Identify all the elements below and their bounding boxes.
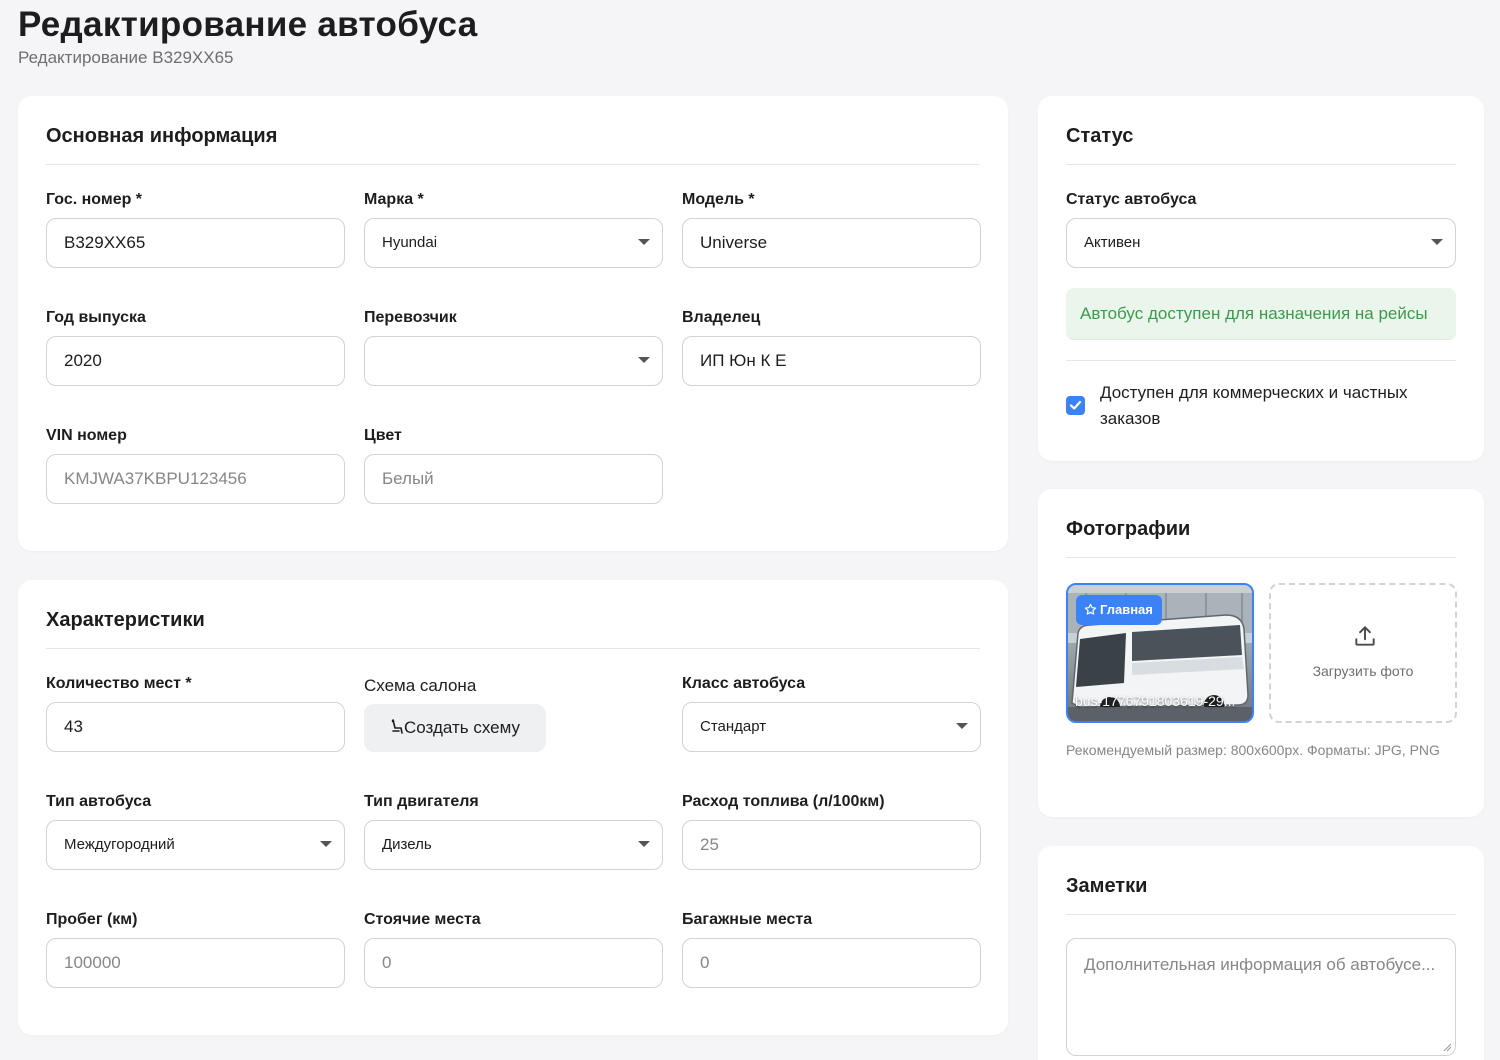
- seats-field: Количество мест * 43: [46, 674, 345, 752]
- upload-icon: [1355, 626, 1375, 646]
- color-field: Цвет Белый: [364, 426, 663, 504]
- engine-value: Дизель: [382, 836, 432, 853]
- mileage-field: Пробег (км) 100000: [46, 910, 345, 988]
- bus-type-value: Междугородний: [64, 836, 175, 853]
- fuel-field: Расход топлива (л/100км) 25: [682, 792, 981, 870]
- seats-label: Количество мест *: [46, 675, 192, 692]
- vin-field: VIN номер KMJWA37KBPU123456: [46, 426, 345, 504]
- bus-photo-thumbnail[interactable]: Главная bus-1776791803619-29...: [1066, 583, 1254, 723]
- chevron-down-icon: [638, 841, 650, 847]
- upload-photo-label: Загрузить фото: [1312, 663, 1414, 679]
- status-title: Статус: [1066, 124, 1456, 165]
- bus-class-field: Класс автобуса Стандарт: [682, 674, 981, 752]
- bus-class-value: Стандарт: [700, 718, 767, 735]
- engine-field: Тип двигателя Дизель: [364, 792, 663, 870]
- plate-label: Гос. номер *: [46, 191, 143, 208]
- notes-textarea[interactable]: Дополнительная информация об автобусе...: [1066, 938, 1456, 1056]
- create-layout-label: Создать схему: [404, 718, 520, 737]
- page-header: Редактирование автобуса Редактирование B…: [18, 4, 478, 68]
- mileage-input[interactable]: 100000: [46, 938, 345, 988]
- bus-type-field: Тип автобуса Междугородний: [46, 792, 345, 870]
- year-input[interactable]: 2020: [46, 336, 345, 386]
- chevron-down-icon: [320, 841, 332, 847]
- carrier-field: Перевозчик: [364, 308, 663, 386]
- status-label: Статус автобуса: [1066, 191, 1197, 208]
- engine-select[interactable]: Дизель: [364, 820, 663, 870]
- notes-title: Заметки: [1066, 874, 1456, 915]
- page-title: Редактирование автобуса: [18, 5, 478, 44]
- model-field: Модель * Universe: [682, 190, 981, 268]
- create-layout-button[interactable]: Создать схему: [364, 704, 546, 752]
- main-badge-label: Главная: [1100, 602, 1153, 617]
- status-value: Активен: [1084, 234, 1141, 251]
- status-select[interactable]: Активен: [1066, 218, 1456, 268]
- bus-class-select[interactable]: Стандарт: [682, 702, 981, 752]
- standing-field: Стоячие места 0: [364, 910, 663, 988]
- chevron-down-icon: [638, 357, 650, 363]
- standing-input[interactable]: 0: [364, 938, 663, 988]
- star-icon: [1084, 603, 1097, 615]
- carrier-label: Перевозчик: [364, 309, 457, 326]
- year-field: Год выпуска 2020: [46, 308, 345, 386]
- carrier-select[interactable]: [364, 336, 663, 386]
- commercial-label[interactable]: Доступен для коммерческих и частных зака…: [1100, 380, 1445, 432]
- bus-type-label: Тип автобуса: [46, 793, 152, 810]
- owner-label: Владелец: [682, 309, 761, 326]
- mileage-label: Пробег (км): [46, 911, 138, 928]
- specs-title: Характеристики: [46, 608, 980, 649]
- brand-select[interactable]: Hyundai: [364, 218, 663, 268]
- basic-info-card: Основная информация Гос. номер * B329XX6…: [18, 96, 1008, 551]
- model-input[interactable]: Universe: [682, 218, 981, 268]
- page-subtitle: Редактирование B329XX65: [18, 48, 234, 67]
- luggage-field: Багажные места 0: [682, 910, 981, 988]
- chevron-down-icon: [956, 723, 968, 729]
- commercial-checkbox[interactable]: [1066, 396, 1085, 415]
- photos-card: Фотографии Главная bus-1776791803619-29.…: [1038, 489, 1484, 817]
- upload-photo-button[interactable]: Загрузить фото: [1269, 583, 1457, 723]
- plate-field: Гос. номер * B329XX65: [46, 190, 345, 268]
- status-note: Автобус доступен для назначения на рейсы: [1066, 288, 1456, 340]
- status-field: Статус автобуса Активен: [1066, 190, 1456, 268]
- year-label: Год выпуска: [46, 309, 146, 326]
- photo-filename: bus-1776791803619-29...: [1075, 693, 1236, 709]
- brand-select-value: Hyundai: [382, 234, 438, 251]
- chevron-down-icon: [638, 239, 650, 245]
- luggage-input[interactable]: 0: [682, 938, 981, 988]
- standing-label: Стоячие места: [364, 911, 481, 928]
- bus-class-label: Класс автобуса: [682, 675, 806, 692]
- main-photo-badge: Главная: [1076, 595, 1162, 625]
- photos-title: Фотографии: [1066, 517, 1456, 558]
- notes-placeholder: Дополнительная информация об автобусе...: [1084, 955, 1436, 974]
- brand-label: Марка *: [364, 191, 424, 208]
- seats-input[interactable]: 43: [46, 702, 345, 752]
- specs-card: Характеристики Количество мест * 43 Схем…: [18, 580, 1008, 1035]
- chevron-down-icon: [1431, 239, 1443, 245]
- fuel-input[interactable]: 25: [682, 820, 981, 870]
- photo-hint: Рекомендуемый размер: 800x600px. Форматы…: [1066, 742, 1440, 758]
- model-label: Модель *: [682, 191, 755, 208]
- owner-field: Владелец ИП Юн К Е: [682, 308, 981, 386]
- engine-label: Тип двигателя: [364, 793, 479, 810]
- layout-label: Схема салона: [364, 676, 477, 695]
- status-card: Статус Статус автобуса Активен Автобус д…: [1038, 96, 1484, 461]
- check-icon: [1069, 400, 1082, 410]
- seat-icon: [391, 719, 403, 734]
- layout-field: Схема салона Создать схему: [364, 676, 663, 752]
- notes-card: Заметки Дополнительная информация об авт…: [1038, 846, 1484, 1060]
- fuel-label: Расход топлива (л/100км): [682, 793, 885, 810]
- luggage-label: Багажные места: [682, 911, 813, 928]
- basic-info-title: Основная информация: [46, 124, 980, 165]
- resize-grip-icon[interactable]: [1442, 1042, 1452, 1052]
- color-label: Цвет: [364, 427, 402, 444]
- vin-input[interactable]: KMJWA37KBPU123456: [46, 454, 345, 504]
- brand-field: Марка * Hyundai: [364, 190, 663, 268]
- bus-type-select[interactable]: Междугородний: [46, 820, 345, 870]
- color-input[interactable]: Белый: [364, 454, 663, 504]
- owner-input[interactable]: ИП Юн К Е: [682, 336, 981, 386]
- status-divider: [1066, 360, 1456, 361]
- plate-input[interactable]: B329XX65: [46, 218, 345, 268]
- vin-label: VIN номер: [46, 427, 127, 444]
